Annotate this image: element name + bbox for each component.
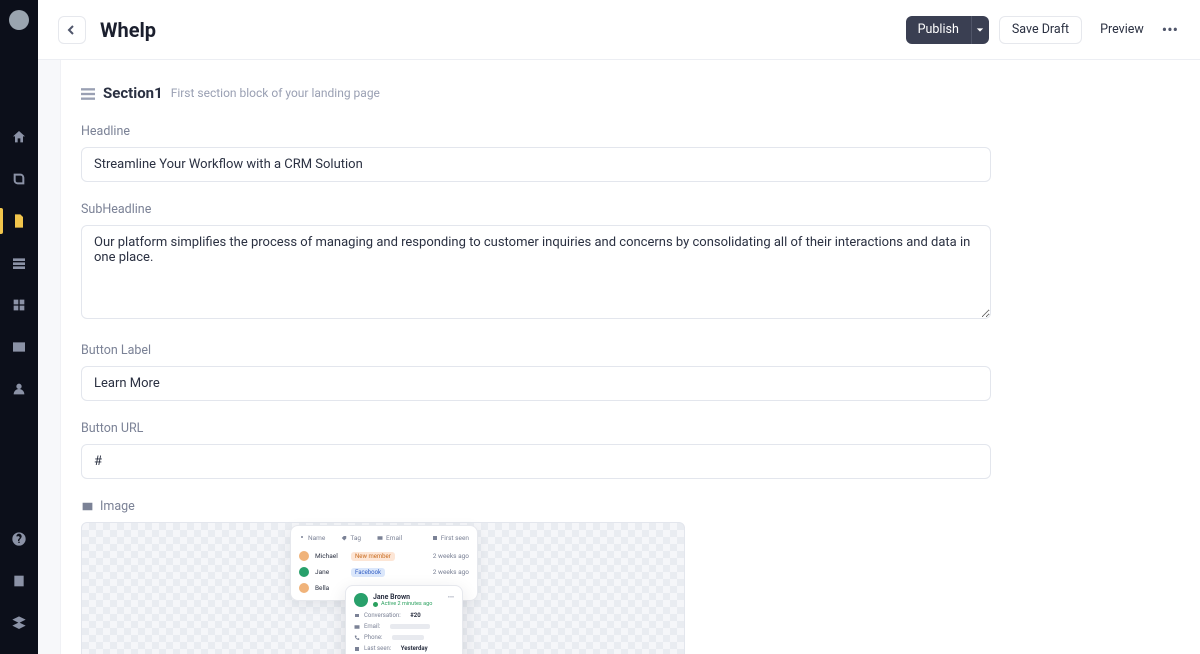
- nav-components[interactable]: [0, 286, 38, 324]
- nav-media[interactable]: [0, 328, 38, 366]
- nav-pages[interactable]: [0, 202, 38, 240]
- publish-dropdown[interactable]: [971, 16, 989, 44]
- top-bar: Whelp Publish Save Draft Preview •••: [38, 0, 1200, 60]
- save-draft-button[interactable]: Save Draft: [999, 16, 1082, 44]
- button-url-input[interactable]: [81, 444, 991, 479]
- button-url-label: Button URL: [81, 421, 991, 436]
- publish-button[interactable]: Publish: [906, 16, 971, 44]
- nav-stack[interactable]: [0, 604, 38, 642]
- user-avatar[interactable]: [9, 10, 29, 30]
- back-button[interactable]: [58, 16, 86, 44]
- nav-home[interactable]: [0, 118, 38, 156]
- subheadline-label: SubHeadline: [81, 202, 991, 217]
- preview-button[interactable]: Preview: [1088, 16, 1156, 44]
- headline-label: Headline: [81, 124, 991, 139]
- section-desc: First section block of your landing page: [171, 86, 380, 100]
- section-title: Section1: [103, 84, 163, 102]
- section-header: Section1 First section block of your lan…: [81, 84, 1180, 102]
- button-label-label: Button Label: [81, 343, 991, 358]
- nav-help[interactable]: [0, 520, 38, 558]
- image-preview[interactable]: Name Tag Email First seen MichaelNew mem…: [81, 522, 685, 654]
- nav-docs[interactable]: [0, 562, 38, 600]
- left-rail: [0, 0, 38, 654]
- image-icon: [81, 500, 94, 513]
- editor-content: Section1 First section block of your lan…: [60, 60, 1200, 654]
- nav-users[interactable]: [0, 370, 38, 408]
- image-well: Name Tag Email First seen MichaelNew mem…: [81, 522, 685, 654]
- subheadline-input[interactable]: Our platform simplifies the process of m…: [81, 225, 991, 319]
- button-label-input[interactable]: [81, 366, 991, 401]
- nav-blog[interactable]: [0, 160, 38, 198]
- nav-collections[interactable]: [0, 244, 38, 282]
- drag-handle-icon[interactable]: [81, 86, 95, 100]
- more-menu[interactable]: •••: [1162, 20, 1178, 39]
- page-title: Whelp: [100, 18, 156, 42]
- preview-contact-card: ••• Jane Brown Active 2 minutes ago Conv…: [345, 585, 463, 654]
- headline-input[interactable]: [81, 147, 991, 182]
- image-label: Image: [81, 499, 991, 514]
